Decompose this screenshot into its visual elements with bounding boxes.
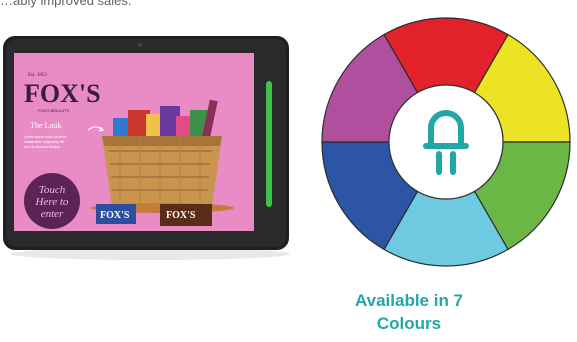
led-strip (266, 81, 272, 207)
pack-label-2: FOX'S (166, 210, 196, 221)
screen-body-1: Lorem ipsum dolor sit amet (24, 135, 66, 139)
cta-line-3: enter (41, 208, 64, 220)
caption-line-2: Colours (376, 314, 442, 333)
brand-sub-text: FOX'S BISCUITS (38, 108, 70, 113)
wheel-center (388, 84, 504, 200)
brand-logo: FOX'S (24, 79, 101, 108)
camera-icon (138, 43, 142, 47)
screen-body-2: consectetur adipiscing elit (24, 140, 64, 144)
led-color-wheel-svg (321, 17, 571, 267)
availability-caption: Available in 7 Colours (330, 289, 488, 335)
pack-label-1: FOX'S (100, 210, 130, 221)
brand-small-text: Est. 1853 (28, 73, 47, 78)
cta-line-1: Touch (39, 184, 66, 196)
caption-line-1: Available in 7 (354, 291, 464, 310)
screen-body-3: sed do eiusmod tempor (24, 145, 61, 149)
screen-heading: The Look (30, 121, 61, 130)
tablet-display: Est. 1853 FOX'S FOX'S BISCUITS The Look … (0, 26, 300, 266)
led-color-wheel (318, 14, 574, 270)
tablet-illustration: Est. 1853 FOX'S FOX'S BISCUITS The Look … (3, 36, 290, 260)
cta-line-2: Here to (35, 196, 69, 208)
top-caption: …ably improved sales. (0, 0, 132, 8)
